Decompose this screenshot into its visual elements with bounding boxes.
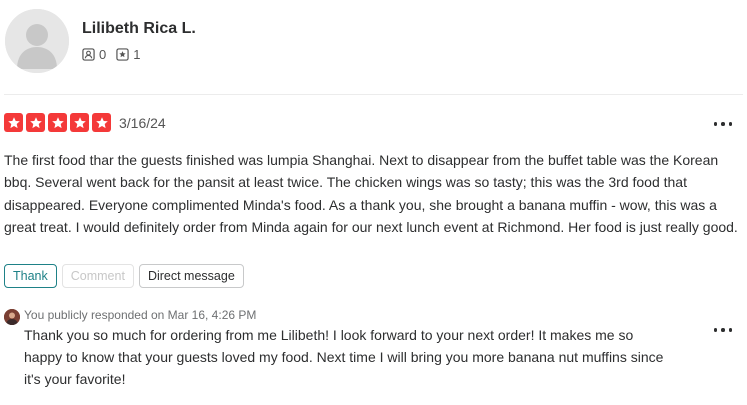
friends-count: 0 bbox=[99, 47, 107, 62]
reviews-count: 1 bbox=[133, 47, 141, 62]
review-more-options-button[interactable] bbox=[711, 114, 735, 134]
star-icon bbox=[70, 113, 89, 132]
review-actions: Thank Comment Direct message bbox=[4, 264, 249, 288]
comment-button[interactable]: Comment bbox=[61, 264, 134, 288]
response-text: Thank you so much for ordering from me L… bbox=[24, 327, 664, 387]
reviews-stat: 1 bbox=[116, 47, 140, 62]
owner-avatar bbox=[4, 309, 20, 325]
review-date: 3/16/24 bbox=[119, 115, 166, 131]
user-silhouette-icon bbox=[5, 9, 69, 73]
star-icon bbox=[26, 113, 45, 132]
star-icon bbox=[4, 113, 23, 132]
review-text: The first food thar the guests finished … bbox=[4, 152, 738, 236]
star-icon bbox=[92, 113, 111, 132]
friends-icon bbox=[82, 48, 95, 61]
more-options-icon bbox=[713, 122, 718, 126]
star-rating bbox=[4, 113, 114, 132]
reviews-star-icon bbox=[116, 48, 129, 61]
thank-button[interactable]: Thank bbox=[4, 264, 57, 288]
more-options-icon bbox=[713, 328, 718, 332]
user-stats: 0 1 bbox=[82, 47, 150, 62]
user-avatar[interactable] bbox=[5, 9, 69, 73]
friends-stat: 0 bbox=[82, 47, 106, 62]
direct-message-button[interactable]: Direct message bbox=[138, 264, 244, 288]
owner-avatar-icon bbox=[4, 309, 20, 325]
star-icon bbox=[48, 113, 67, 132]
header-divider bbox=[4, 94, 743, 95]
response-meta: You publicly responded on Mar 16, 4:26 P… bbox=[24, 308, 257, 322]
user-name[interactable]: Lilibeth Rica L. bbox=[82, 20, 196, 38]
response-more-options-button[interactable] bbox=[711, 320, 735, 340]
